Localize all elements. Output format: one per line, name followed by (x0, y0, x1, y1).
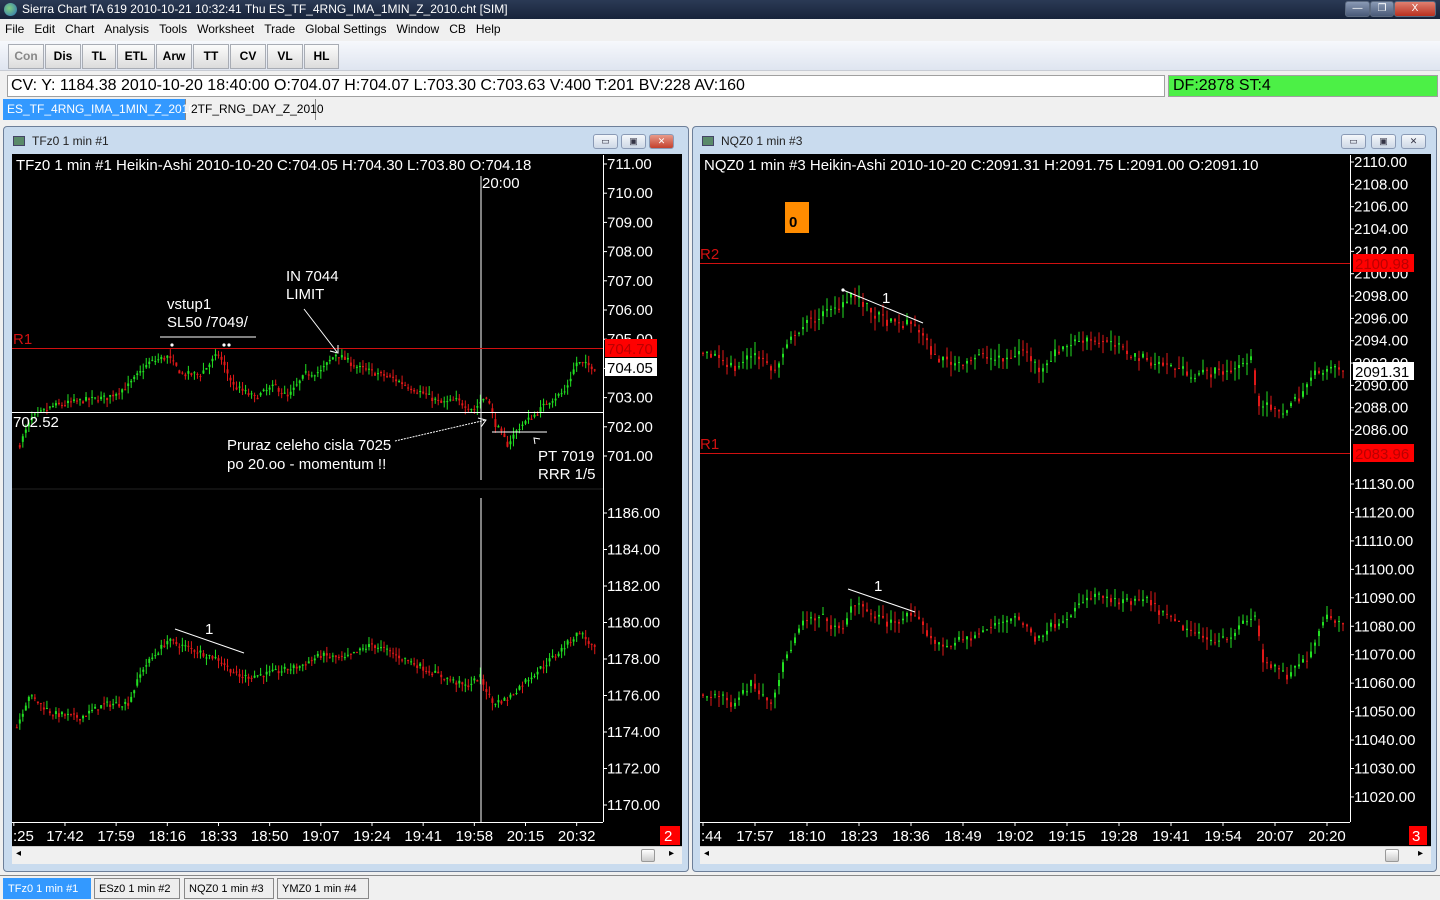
menu-help[interactable]: Help (471, 19, 506, 40)
chart-window-title-text: TFz0 1 min #1 (32, 134, 109, 148)
title-bar: Sierra Chart TA 619 2010-10-21 10:32:41 … (0, 0, 1440, 19)
chartbook-tab[interactable]: 2TF_RNG_DAY_Z_2010 (187, 99, 324, 120)
chartbook-tabs: ES_TF_4RNG_IMA_1MIN_Z_2010 2TF_RNG_DAY_Z_… (0, 99, 1440, 121)
chart-icon (13, 136, 25, 146)
toolbar-button-tt[interactable]: TT (193, 44, 229, 69)
chart-close-button[interactable]: ✕ (649, 134, 674, 149)
menu-cb[interactable]: CB (444, 19, 471, 40)
chart-tab[interactable]: NQZ0 1 min #3 (184, 878, 274, 899)
chart-tab[interactable]: ESz0 1 min #2 (94, 878, 180, 899)
toolbar-button-dis[interactable]: Dis (45, 44, 81, 69)
horizontal-scrollbar[interactable]: ◂ ▸ (700, 846, 1431, 864)
chart-tabs: TFz0 1 min #1 ESz0 1 min #2 NQZ0 1 min #3 Y… (0, 875, 1440, 900)
menu-trade[interactable]: Trade (259, 19, 300, 40)
menu-file[interactable]: File (0, 19, 29, 40)
toolbar-button-con[interactable]: Con (8, 44, 44, 69)
menu-global-settings[interactable]: Global Settings (300, 19, 391, 40)
chart-window-title-text: NQZ0 1 min #3 (721, 134, 803, 148)
chart-window-tfz0: TFz0 1 min #1 ▭ ▣ ✕ ◂ ▸ (3, 126, 689, 872)
menu-tools[interactable]: Tools (154, 19, 192, 40)
chart-close-button[interactable]: ✕ (1401, 134, 1426, 149)
menu-analysis[interactable]: Analysis (99, 19, 154, 40)
chart-minimize-button[interactable]: ▭ (593, 134, 618, 149)
toolbar-button-cv[interactable]: CV (230, 44, 266, 69)
menu-chart[interactable]: Chart (60, 19, 99, 40)
scrollbar-thumb[interactable] (1385, 849, 1399, 862)
cursor-values-bar: CV: Y: 1184.38 2010-10-20 18:40:00 O:704… (7, 75, 1165, 97)
chart-tab[interactable]: TFz0 1 min #1 (3, 878, 91, 899)
toolbar-button-vl[interactable]: VL (267, 44, 303, 69)
toolbar-button-etl[interactable]: ETL (117, 44, 155, 69)
chart-area[interactable] (700, 154, 1431, 846)
data-feed-status: DF:2878 ST:4 (1168, 75, 1438, 97)
chart-restore-button[interactable]: ▣ (621, 134, 646, 149)
scroll-right-icon[interactable]: ▸ (1418, 848, 1423, 859)
scroll-left-icon[interactable]: ◂ (16, 848, 21, 859)
window-title: Sierra Chart TA 619 2010-10-21 10:32:41 … (22, 2, 508, 16)
drawing-toolbar: Con Dis TL ETL Arw TT CV VL HL (0, 41, 1440, 71)
restore-button[interactable]: ❐ (1370, 1, 1394, 17)
toolbar-button-arw[interactable]: Arw (156, 44, 192, 69)
close-button[interactable]: X (1394, 1, 1436, 17)
scroll-right-icon[interactable]: ▸ (669, 848, 674, 859)
chart-window-title: TFz0 1 min #1 (4, 127, 688, 153)
menu-edit[interactable]: Edit (29, 19, 60, 40)
chart-tab[interactable]: YMZ0 1 min #4 (277, 878, 369, 899)
chart-window-title: NQZ0 1 min #3 (693, 127, 1436, 153)
scroll-left-icon[interactable]: ◂ (704, 848, 709, 859)
menu-window[interactable]: Window (392, 19, 445, 40)
toolbar-button-hl[interactable]: HL (304, 44, 339, 69)
app-globe-icon (4, 3, 17, 16)
menu-bar: File Edit Chart Analysis Tools Worksheet Trade… (0, 19, 1440, 40)
horizontal-scrollbar[interactable]: ◂ ▸ (12, 846, 682, 864)
chart-restore-button[interactable]: ▣ (1371, 134, 1396, 149)
menu-worksheet[interactable]: Worksheet (192, 19, 259, 40)
chartbook-tab[interactable]: ES_TF_4RNG_IMA_1MIN_Z_2010 (3, 99, 195, 120)
chart-window-nqz0: NQZ0 1 min #3 ▭ ▣ ✕ ◂ ▸ (692, 126, 1437, 872)
toolbar-button-tl[interactable]: TL (82, 44, 116, 69)
chart-area[interactable] (12, 154, 682, 846)
chart-icon (702, 136, 714, 146)
chart-minimize-button[interactable]: ▭ (1341, 134, 1366, 149)
minimize-button[interactable]: — (1345, 1, 1370, 17)
scrollbar-thumb[interactable] (641, 849, 655, 862)
